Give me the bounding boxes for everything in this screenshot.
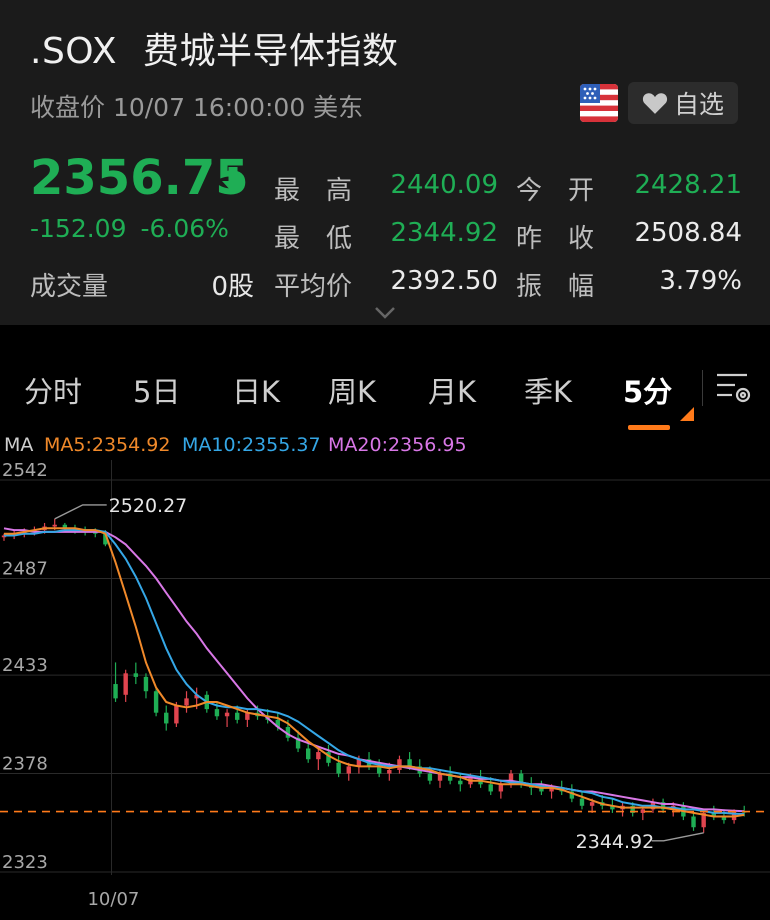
low-marker-line bbox=[651, 832, 704, 842]
candle-body bbox=[214, 709, 220, 717]
y-tick-label: 2433 bbox=[2, 655, 48, 676]
stat-label-prev-close: 昨 收 bbox=[516, 224, 595, 254]
chart-settings-icon[interactable] bbox=[714, 368, 754, 412]
period-tabs: 分时 5日 日K 周K 月K 季K 5分 bbox=[0, 345, 770, 431]
index-name: 费城半导体指数 bbox=[143, 31, 399, 72]
stat-value-high: 2440.09 bbox=[390, 170, 498, 200]
ma-label: MA bbox=[4, 434, 34, 456]
candle-body bbox=[184, 698, 189, 706]
favorite-button[interactable]: 自选 bbox=[628, 82, 738, 124]
candle-body bbox=[346, 766, 351, 774]
stat-value-avg: 2392.50 bbox=[390, 266, 498, 296]
y-tick-label: 2542 bbox=[2, 460, 48, 481]
y-tick-label: 2378 bbox=[2, 754, 48, 775]
candle-body bbox=[488, 784, 493, 792]
candle-body bbox=[407, 759, 412, 767]
candle-body bbox=[143, 676, 149, 692]
tab-daily[interactable]: 日K bbox=[232, 369, 280, 411]
chevron-down-icon[interactable] bbox=[374, 305, 396, 324]
candlestick-chart[interactable]: 2542 2487 2433 2378 2323 10/07 2520.27 2344.92 bbox=[0, 460, 770, 920]
stat-value-amplitude: 3.79% bbox=[659, 266, 742, 296]
volume-label: 成交量 bbox=[30, 272, 109, 302]
candle-body bbox=[387, 769, 392, 774]
candle-body bbox=[427, 773, 433, 781]
candle-body bbox=[174, 705, 179, 724]
candle-body bbox=[164, 712, 169, 724]
stat-label-open: 今 开 bbox=[516, 176, 595, 206]
candle-body bbox=[133, 673, 139, 677]
page-title: .SOX 费城半导体指数 bbox=[30, 22, 399, 74]
heart-icon bbox=[642, 93, 668, 114]
volume-value: 0股 bbox=[211, 272, 254, 302]
tab-5day[interactable]: 5日 bbox=[133, 369, 180, 411]
us-flag-icon bbox=[580, 84, 618, 122]
candle-body bbox=[336, 762, 341, 774]
stat-label-amplitude: 振 幅 bbox=[516, 272, 595, 302]
ma10-value: MA10:2355.37 bbox=[182, 434, 321, 456]
favorite-label: 自选 bbox=[673, 90, 724, 119]
stat-label-low: 最 低 bbox=[274, 224, 353, 254]
candle-body bbox=[579, 798, 585, 806]
stat-label-avg: 平均价 bbox=[274, 272, 353, 302]
change-percent: -6.06% bbox=[140, 214, 229, 243]
y-tick-label: 2487 bbox=[2, 558, 48, 579]
tab-5min[interactable]: 5分 bbox=[623, 369, 672, 411]
high-marker-line bbox=[54, 504, 107, 520]
tab-divider bbox=[702, 370, 703, 406]
candle-body bbox=[316, 752, 321, 760]
candle-body bbox=[235, 712, 240, 720]
dropdown-corner-icon bbox=[680, 406, 694, 425]
price-change: -152.09 -6.06% bbox=[30, 214, 229, 243]
candle-body bbox=[397, 759, 402, 770]
candle-body bbox=[589, 802, 595, 806]
y-tick-label: 2323 bbox=[2, 852, 48, 873]
x-tick-label: 10/07 bbox=[87, 889, 139, 910]
candle-body bbox=[113, 684, 118, 699]
candle-body bbox=[52, 524, 57, 527]
candle-body bbox=[498, 784, 504, 792]
ma20-value: MA20:2356.95 bbox=[328, 434, 467, 456]
stat-value-low: 2344.92 bbox=[390, 218, 498, 248]
market-status: 收盘价 10/07 16:00:00 美东 bbox=[30, 93, 364, 122]
ma5-value: MA5:2354.92 bbox=[44, 434, 171, 456]
change-value: -152.09 bbox=[30, 214, 127, 243]
candle-body bbox=[224, 712, 230, 717]
tab-quarterly[interactable]: 季K bbox=[524, 369, 572, 411]
last-price: 2356.75 bbox=[30, 150, 249, 206]
candle-body bbox=[306, 748, 311, 760]
candle-body bbox=[458, 780, 463, 785]
low-label: 2344.92 bbox=[576, 831, 655, 853]
stat-value-open: 2428.21 bbox=[634, 170, 742, 200]
tab-monthly[interactable]: 月K bbox=[428, 369, 476, 411]
candle-body bbox=[123, 673, 128, 695]
arrow-down-icon bbox=[220, 166, 246, 198]
tab-weekly[interactable]: 周K bbox=[328, 369, 376, 411]
symbol: .SOX bbox=[30, 31, 117, 72]
stat-value-prev-close: 2508.84 bbox=[634, 218, 742, 248]
candle-body bbox=[691, 816, 696, 828]
stat-label-high: 最 高 bbox=[274, 176, 353, 206]
active-tab-indicator bbox=[628, 425, 670, 430]
candle-body bbox=[153, 691, 159, 713]
high-label: 2520.27 bbox=[109, 495, 188, 517]
tab-intraday[interactable]: 分时 bbox=[24, 369, 82, 411]
